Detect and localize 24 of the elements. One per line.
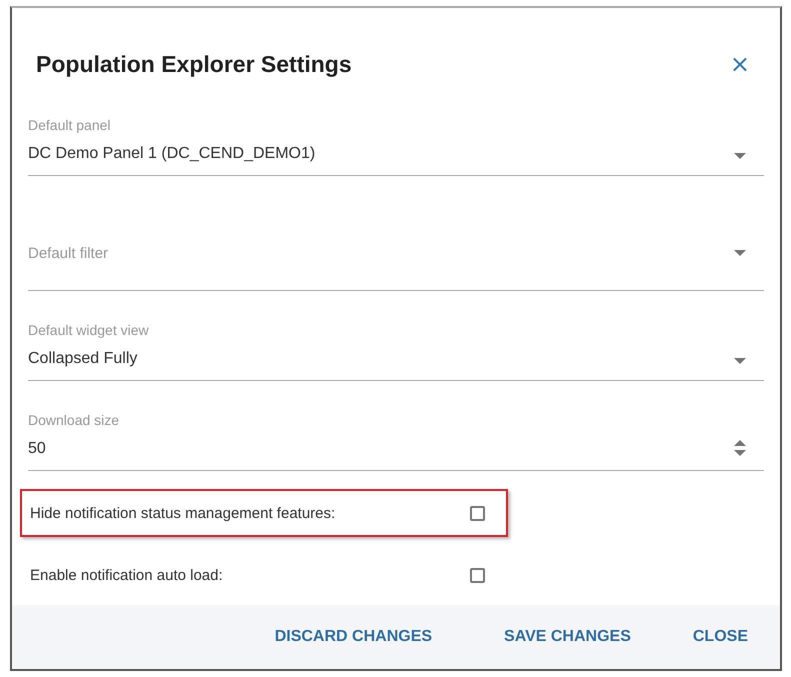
field-value: Collapsed Fully: [28, 350, 138, 368]
field-label: Default widget view: [28, 322, 149, 338]
field-value: DC Demo Panel 1 (DC_CEND_DEMO1): [28, 145, 316, 163]
dropdown-caret-icon: [734, 153, 746, 159]
checkbox[interactable]: [470, 568, 485, 582]
dialog-title: Population Explorer Settings: [36, 50, 352, 78]
footer-button[interactable]: SAVE CHANGES: [486, 620, 649, 654]
field-label: Download size: [28, 412, 120, 428]
field-value: 50: [28, 440, 46, 458]
spinner-arrows-icon[interactable]: [734, 440, 746, 456]
footer-button[interactable]: CLOSE: [674, 620, 766, 654]
checkbox[interactable]: [470, 506, 485, 520]
select-field[interactable]: Download size 50: [28, 389, 764, 471]
checkbox-label: Enable notification auto load:: [30, 566, 224, 584]
select-field[interactable]: Default widget view Collapsed Fully: [28, 299, 764, 381]
select-field[interactable]: Default panel DC Demo Panel 1 (DC_CEND_DEMO1): [28, 110, 764, 176]
close-button[interactable]: ×: [728, 50, 752, 78]
checkbox-label: Hide notification status management features:: [30, 504, 336, 522]
field-label: Default filter: [28, 245, 108, 262]
select-field[interactable]: Default filter: [28, 184, 764, 291]
field-label: Default panel: [28, 117, 111, 133]
dropdown-caret-icon: [734, 250, 746, 256]
dropdown-caret-icon: [734, 358, 746, 364]
footer-button[interactable]: DISCARD CHANGES: [256, 620, 450, 654]
